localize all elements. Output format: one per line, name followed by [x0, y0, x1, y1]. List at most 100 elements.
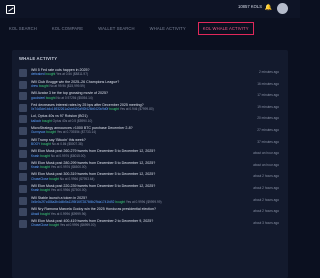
trade-meta: Abadi bought Yes at 0.999¢ ($9999.96)	[31, 212, 281, 216]
trader-link[interactable]: 0x74d3de1b4c16932261a2cbf420a9f2f426b042…	[31, 107, 108, 111]
trade-action: bought	[40, 153, 50, 158]
trade-detail: Yes at 0.997¢ ($6500.00)	[50, 165, 87, 170]
activity-text: Will Nry Ramona Marcela Godoy win the 20…	[31, 207, 281, 216]
activity-row[interactable]: Will Trump say 'Bitcoin' this week? BOOY …	[19, 138, 281, 150]
trade-detail: No at 0.8¢ ($5007.38)	[51, 141, 83, 146]
trade-meta: drew bought No at 99.9¢ ($15,999.59)	[31, 84, 281, 88]
activity-text: Will 5 Fed rate cuts happen in 2025? defw…	[31, 68, 281, 77]
market-thumbnail	[19, 184, 27, 193]
trade-meta: defwaked bought Yes at 0.5¢ ($8811.97)	[31, 72, 281, 76]
market-thumbnail	[19, 92, 27, 101]
activity-list: Will 5 Fed rate cuts happen in 2025? defw…	[19, 68, 281, 230]
timestamp: about an hour ago	[253, 162, 279, 167]
market-thumbnail	[19, 69, 27, 77]
trade-action: bought	[115, 199, 126, 204]
market-thumbnail	[19, 80, 27, 89]
tab-wallet-search[interactable]: WALLET SEARCH	[95, 24, 137, 33]
timestamp: 19 minutes ago	[257, 104, 279, 109]
avatar[interactable]	[277, 3, 288, 14]
timestamp: about 3 hours ago	[253, 220, 279, 225]
timestamp: about 2 hours ago	[253, 174, 279, 179]
trader-link[interactable]: drew	[31, 84, 38, 88]
trader-link[interactable]: Krash	[31, 188, 39, 192]
trade-detail: Yes at 0.5¢ ($8811.97)	[56, 72, 89, 77]
activity-text: Will Avatar 3 be the top grossing movie …	[31, 91, 281, 100]
trade-detail: No at 99.9¢ ($15,999.59)	[49, 84, 85, 88]
whale-activity-panel: WHALE ACTIVITY Will 5 Fed rate cuts happ…	[12, 50, 288, 278]
timestamp: about 2 hours ago	[253, 209, 279, 214]
trader-link[interactable]: BOOY	[31, 142, 40, 146]
trade-action: bought	[42, 118, 52, 123]
activity-row[interactable]: Fed decreases interest rates by 25 bps a…	[19, 103, 281, 115]
timestamp: about 2 hours ago	[253, 185, 279, 190]
panel-title: WHALE ACTIVITY	[19, 56, 58, 61]
activity-row[interactable]: Will Elon Musk post 280-299 tweets from …	[19, 161, 281, 173]
trader-link[interactable]: 0x5e0c2f7c486a3b4d4b5a1195f16f72876f4b29…	[31, 200, 114, 204]
trader-link[interactable]: Krash	[31, 165, 39, 169]
tab-kol-compare[interactable]: KOL COMPARE	[49, 24, 86, 33]
trade-meta: Krash bought No at 0.997¢ ($8015.00)	[31, 154, 281, 158]
logo-icon[interactable]	[6, 4, 15, 14]
trade-action: bought	[40, 165, 50, 170]
activity-row[interactable]: MicroStrategy announces >1000 BTC purcha…	[19, 126, 281, 138]
trade-meta: kalloob bought Optus 40s at 0.5 ($5990.1…	[31, 119, 281, 123]
nav-tabs: KOL SEARCH KOL COMPARE WALLET SEARCH WHA…	[0, 20, 300, 36]
trade-meta: 0x74d3de1b4c16932261a2cbf420a9f2f426b042…	[31, 107, 281, 111]
activity-row[interactable]: Will Elon Musk post 300-319 tweets from …	[19, 172, 281, 184]
activity-row[interactable]: Will Club Brugge win the 2025–26 Champio…	[19, 80, 281, 92]
tab-whale-activity[interactable]: WHALE ACTIVITY	[147, 24, 189, 33]
trade-action: bought	[38, 84, 49, 88]
trader-link[interactable]: Gunnysax	[31, 130, 45, 134]
trader-link[interactable]: defwaked	[31, 72, 45, 76]
activity-text: Will Trump say 'Bitcoin' this week? BOOY …	[31, 138, 281, 147]
activity-row[interactable]: Will 5 Fed rate cuts happen in 2025? defw…	[19, 68, 281, 80]
tab-kol-whale-activity[interactable]: KOL WHALE ACTIVITY	[197, 21, 254, 35]
trader-link[interactable]: Krash	[31, 154, 39, 158]
trade-meta: ChaseClose bought Yes at 0.999¢ ($6999.0…	[31, 223, 281, 227]
kols-balance: 10857 KOLS	[238, 4, 262, 9]
market-thumbnail	[19, 219, 27, 228]
trade-action: bought	[46, 130, 56, 135]
activity-text: Will Elon Musk post 300-319 tweets from …	[31, 172, 281, 181]
market-thumbnail	[19, 138, 27, 147]
market-thumbnail	[19, 103, 27, 112]
activity-row[interactable]: Will Elon Musk post 260-279 tweets from …	[19, 149, 281, 161]
trader-link[interactable]: goodsteel	[31, 96, 45, 100]
bell-icon[interactable]: 🔔	[265, 4, 272, 11]
activity-row[interactable]: Will Stable launch a token in 2025? 0x5e0…	[19, 196, 281, 208]
trade-action: bought	[41, 141, 51, 146]
trader-link[interactable]: ChaseClose	[31, 177, 48, 181]
trade-detail: Yes at 0.999¢ ($9999.96)	[50, 211, 87, 216]
trade-detail: Yes at 0.996¢ ($7500.00)	[50, 188, 87, 193]
trade-detail: No at 0.997¢ ($8015.00)	[50, 153, 86, 158]
trade-detail: Yes at 0.73935¢ ($7733.14)	[56, 130, 97, 135]
activity-row[interactable]: Will Elon Musk post 220-239 tweets from …	[19, 184, 281, 196]
trade-detail: Yes at 0.999¢ ($6999.00)	[59, 223, 96, 228]
activity-text: Will Club Brugge win the 2025–26 Champio…	[31, 80, 281, 89]
timestamp: 16 minutes ago	[257, 81, 279, 86]
timestamp: 17 minutes ago	[257, 93, 279, 98]
trade-detail: Yes at 0.94¢ ($7999.80)	[119, 107, 154, 112]
activity-text: Will Stable launch a token in 2025? 0x5e0…	[31, 196, 281, 205]
tab-kol-search[interactable]: KOL SEARCH	[6, 24, 40, 33]
trade-action: bought	[40, 188, 50, 193]
top-bar: 10857 KOLS 🔔	[0, 0, 300, 18]
trade-detail: No at 0.9725¢ ($5054.14)	[56, 95, 93, 100]
timestamp: 20 minutes ago	[257, 116, 279, 121]
market-thumbnail	[19, 196, 27, 205]
trader-link[interactable]: ChaseClose	[31, 223, 48, 227]
trader-link[interactable]: kalloob	[31, 119, 41, 123]
activity-row[interactable]: Will Avatar 3 be the top grossing movie …	[19, 91, 281, 103]
activity-text: MicroStrategy announces >1000 BTC purcha…	[31, 126, 281, 135]
trade-meta: Gunnysax bought Yes at 0.73935¢ ($7733.1…	[31, 130, 281, 134]
activity-row[interactable]: Lol, Optus 40s vs 97 Rotsion (BO1) kalloo…	[19, 114, 281, 126]
activity-row[interactable]: Will Nry Ramona Marcela Godoy win the 20…	[19, 207, 281, 219]
trade-meta: 0x5e0c2f7c486a3b4d4b5a1195f16f72876f4b29…	[31, 200, 281, 204]
market-thumbnail	[19, 173, 27, 182]
market-thumbnail	[19, 126, 27, 135]
activity-row[interactable]: Will Elon Musk post 400-419 tweets from …	[19, 219, 281, 231]
activity-text: Lol, Optus 40s vs 97 Rotsion (BO1) kalloo…	[31, 114, 281, 123]
trader-link[interactable]: Abadi	[31, 212, 39, 216]
activity-text: Will Elon Musk post 260-279 tweets from …	[31, 149, 281, 158]
market-thumbnail	[19, 150, 27, 159]
